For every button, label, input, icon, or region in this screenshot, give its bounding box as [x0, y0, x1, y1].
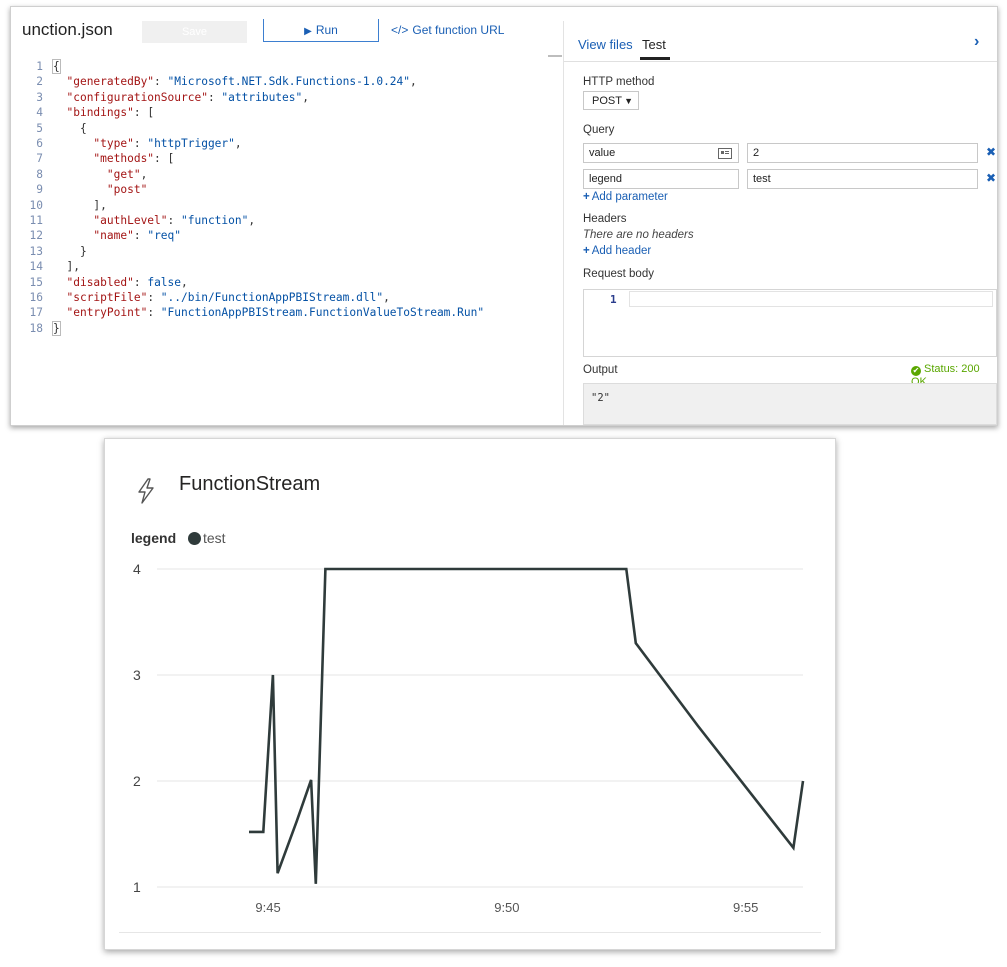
- editor-scroll-indicator[interactable]: [548, 55, 562, 57]
- code-text: ],: [93, 198, 107, 212]
- code-text: "generatedBy": "Microsoft.NET.Sdk.Functi…: [66, 75, 417, 89]
- code-text: "authLevel": "function",: [93, 214, 256, 227]
- code-text: "scriptFile": "../bin/FunctionAppPBIStre…: [66, 291, 390, 304]
- line-number: 5: [36, 121, 43, 135]
- plus-icon: +: [583, 245, 590, 257]
- query-label: Query: [583, 124, 615, 136]
- code-icon: </>: [391, 23, 409, 37]
- line-number: 8: [36, 167, 43, 181]
- code-text: "get",: [106, 167, 148, 181]
- body-current-line[interactable]: [629, 291, 993, 307]
- code-text: "name": "req": [93, 229, 182, 243]
- active-tab-indicator: [640, 57, 670, 60]
- line-number: 13: [29, 244, 43, 258]
- add-header-label: Add header: [591, 245, 652, 257]
- http-method-value: POST: [592, 95, 622, 107]
- code-text: }: [52, 320, 61, 336]
- query-param-name: legend: [589, 173, 623, 185]
- line-number: 15: [29, 275, 43, 289]
- get-function-url-link[interactable]: </> Get function URL: [391, 23, 504, 37]
- y-tick-label: 4: [133, 561, 141, 577]
- http-method-select[interactable]: POST ▼: [583, 91, 639, 110]
- line-number: 14: [29, 260, 43, 274]
- remove-param-icon[interactable]: ✖: [986, 171, 996, 185]
- get-url-label: Get function URL: [412, 23, 505, 37]
- request-body-editor[interactable]: 1: [583, 289, 997, 357]
- query-param-value-input[interactable]: test: [747, 169, 978, 189]
- line-number: 6: [36, 137, 43, 150]
- output-box: "2": [583, 383, 997, 425]
- add-header-link[interactable]: + Add header: [583, 245, 651, 257]
- line-number: 10: [29, 198, 43, 212]
- save-button[interactable]: Save: [142, 21, 247, 43]
- card-bottom-divider: [119, 932, 821, 933]
- line-number: 11: [29, 214, 43, 227]
- http-method-label: HTTP method: [583, 76, 655, 88]
- line-number: 17: [29, 306, 43, 320]
- query-param-name-input[interactable]: value: [583, 143, 739, 163]
- code-text: "bindings": [: [66, 106, 155, 120]
- add-parameter-link[interactable]: + Add parameter: [583, 191, 668, 203]
- run-label: Run: [315, 23, 338, 37]
- query-param-name-input[interactable]: legend: [583, 169, 739, 189]
- remove-param-icon[interactable]: ✖: [986, 145, 996, 159]
- code-text: "post": [106, 183, 148, 197]
- line-chart[interactable]: 1 2 3 4 9:45 9:50 9:55: [105, 439, 835, 949]
- check-circle-icon: ✔: [911, 366, 921, 376]
- output-label: Output: [583, 364, 618, 376]
- code-text: {: [52, 59, 61, 74]
- query-param-value: 2: [753, 147, 760, 159]
- y-tick-label: 3: [133, 667, 141, 683]
- editor-toolbar: unction.json Save ▶ Run </> Get function U…: [11, 7, 549, 51]
- no-headers-note: There are no headers: [583, 229, 694, 241]
- card-icon[interactable]: [718, 148, 732, 159]
- line-number: 9: [36, 183, 43, 197]
- file-title: unction.json: [22, 20, 113, 39]
- output-value: "2": [591, 392, 610, 404]
- function-editor-window: unction.json Save ▶ Run </> Get function U…: [10, 6, 998, 426]
- code-text: "type": "httpTrigger",: [93, 137, 242, 150]
- code-text: {: [79, 121, 87, 135]
- x-tick-label: 9:55: [733, 900, 758, 915]
- code-text: "configurationSource": "attributes",: [66, 90, 309, 104]
- line-number: 2: [36, 75, 43, 89]
- line-number: 4: [36, 106, 43, 120]
- request-body-label: Request body: [583, 268, 654, 280]
- query-param-name: value: [589, 147, 616, 159]
- code-text: "entryPoint": "FunctionAppPBIStream.Func…: [66, 306, 485, 320]
- side-tabs: View files Test ›: [564, 7, 997, 62]
- line-number: 1: [36, 60, 43, 73]
- y-tick-label: 2: [133, 773, 141, 789]
- chevron-right-icon[interactable]: ›: [974, 33, 979, 51]
- headers-label: Headers: [583, 213, 627, 225]
- plus-icon: +: [583, 191, 590, 203]
- code-area[interactable]: 1 {2 "generatedBy": "Microsoft.NET.Sdk.Fu…: [11, 53, 549, 425]
- code-text: }: [79, 244, 87, 258]
- code-text: "methods": [: [93, 152, 175, 166]
- line-number: 7: [36, 152, 43, 166]
- query-param-value: test: [753, 173, 771, 185]
- x-tick-label: 9:50: [494, 900, 519, 915]
- x-tick-label: 9:45: [255, 900, 280, 915]
- run-button[interactable]: ▶ Run: [263, 19, 379, 42]
- body-line-number: 1: [610, 293, 617, 306]
- caret-down-icon: ▼: [624, 96, 633, 106]
- add-parameter-label: Add parameter: [591, 191, 668, 203]
- line-number: 12: [29, 229, 43, 243]
- code-text: ],: [66, 260, 80, 274]
- line-number: 16: [29, 291, 43, 304]
- code-text: "disabled": false,: [66, 275, 188, 289]
- chart-card: FunctionStream legend test 1 2 3 4 9:45 9:50 9…: [104, 438, 836, 950]
- query-param-value-input[interactable]: 2: [747, 143, 978, 163]
- series-line-test[interactable]: [249, 567, 805, 884]
- line-number: 18: [29, 321, 43, 335]
- play-icon: ▶: [304, 26, 312, 37]
- line-number: 3: [36, 90, 43, 104]
- tab-view-files[interactable]: View files: [578, 37, 633, 52]
- y-tick-label: 1: [133, 879, 141, 895]
- code-editor-pane: unction.json Save ▶ Run </> Get function U…: [11, 7, 549, 425]
- tab-test[interactable]: Test: [642, 37, 666, 52]
- test-panel: View files Test › HTTP method POST ▼ Que…: [564, 7, 997, 425]
